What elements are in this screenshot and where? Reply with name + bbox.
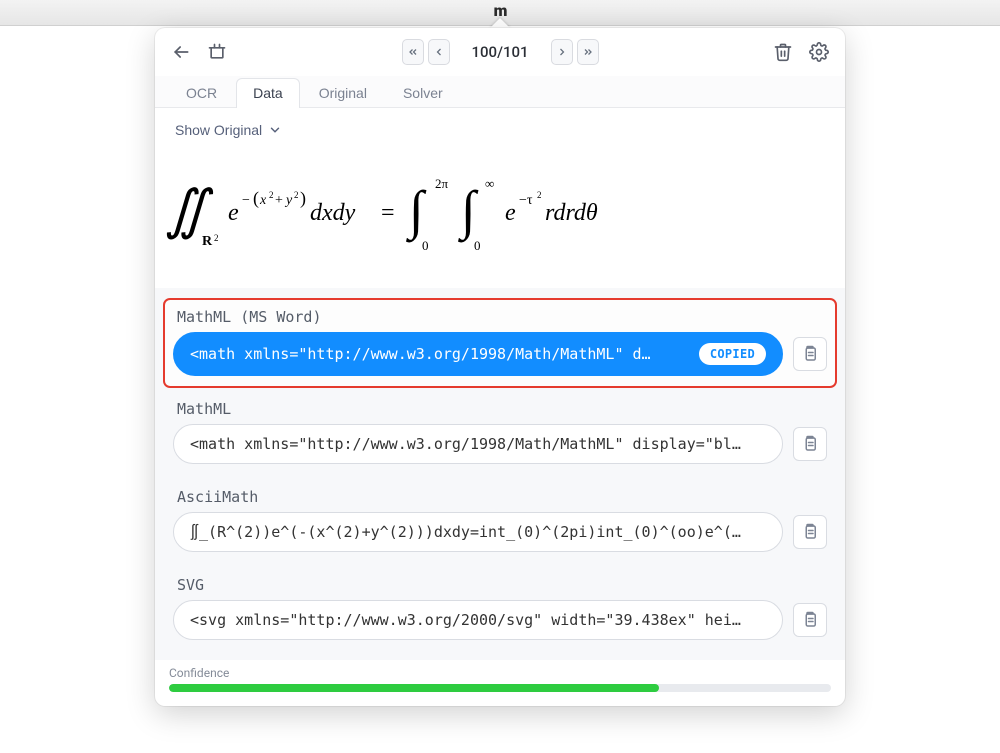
formula-render: ∬ R 2 e − ( x 2 + y 2 ) dxdy = ∫ 2π xyxy=(155,146,845,288)
svg-text:dxdy: dxdy xyxy=(310,200,356,226)
svg-text:rdrdθ: rdrdθ xyxy=(545,200,598,226)
copy-button[interactable] xyxy=(793,337,827,371)
chevron-left-icon xyxy=(433,46,445,58)
svg-text:∫: ∫ xyxy=(406,180,427,243)
tab-ocr[interactable]: OCR xyxy=(169,78,234,108)
capture-button[interactable] xyxy=(203,38,231,66)
tab-original[interactable]: Original xyxy=(302,78,384,108)
snippet-text: ∬_(R^(2))e^(-(x^(2)+y^(2)))dxdy=int_(0)^… xyxy=(190,523,766,541)
app-popover: 100/101 OCR Data Original Solver Show Or… xyxy=(155,28,845,706)
result-label: SVG xyxy=(173,574,827,600)
crop-icon xyxy=(207,42,227,62)
show-original-label: Show Original xyxy=(175,122,262,138)
confidence-fill xyxy=(169,684,659,692)
arrow-left-icon xyxy=(171,42,191,62)
svg-text:+: + xyxy=(275,193,283,208)
confidence-label: Confidence xyxy=(169,666,831,680)
page-next-button[interactable] xyxy=(551,39,573,65)
chevron-down-icon xyxy=(268,123,282,137)
page-prev-button[interactable] xyxy=(428,39,450,65)
results-list: MathML (MS Word) <math xmlns="http://www… xyxy=(155,288,845,660)
toolbar: 100/101 xyxy=(155,28,845,76)
clipboard-icon xyxy=(801,523,819,541)
chevrons-left-icon xyxy=(407,46,419,58)
svg-text:∬: ∬ xyxy=(165,180,214,240)
show-original-toggle[interactable]: Show Original xyxy=(173,118,284,142)
snippet-text: <svg xmlns="http://www.w3.org/2000/svg" … xyxy=(190,611,766,629)
result-label: MathML xyxy=(173,398,827,424)
confidence-section: Confidence xyxy=(155,660,845,706)
chevron-right-icon xyxy=(556,46,568,58)
svg-text:2: 2 xyxy=(214,233,219,243)
page-nav: 100/101 xyxy=(402,39,599,65)
svg-text:e: e xyxy=(228,200,239,226)
result-svg: SVG <svg xmlns="http://www.w3.org/2000/s… xyxy=(163,566,837,652)
svg-text:−τ: −τ xyxy=(519,193,533,208)
sub-toolbar: Show Original xyxy=(155,108,845,146)
page-last-button[interactable] xyxy=(577,39,599,65)
result-label: MathML (MS Word) xyxy=(173,306,827,332)
snippet-text: <math xmlns="http://www.w3.org/1998/Math… xyxy=(190,345,689,363)
svg-text:e: e xyxy=(505,200,516,226)
formula-svg: ∬ R 2 e − ( x 2 + y 2 ) dxdy = ∫ 2π xyxy=(165,170,635,260)
svg-text:−: − xyxy=(242,193,250,208)
svg-text:x: x xyxy=(259,193,267,208)
copy-button[interactable] xyxy=(793,427,827,461)
result-snippet[interactable]: <math xmlns="http://www.w3.org/1998/Math… xyxy=(173,424,783,464)
back-button[interactable] xyxy=(167,38,195,66)
result-mathml-word: MathML (MS Word) <math xmlns="http://www… xyxy=(163,298,837,388)
svg-text:(: ( xyxy=(253,188,259,209)
svg-text:0: 0 xyxy=(474,238,481,253)
trash-icon xyxy=(773,42,793,62)
svg-text:): ) xyxy=(300,188,306,209)
clipboard-icon xyxy=(801,611,819,629)
svg-text:2: 2 xyxy=(269,190,274,200)
snippet-text: <math xmlns="http://www.w3.org/1998/Math… xyxy=(190,435,766,453)
tab-bar: OCR Data Original Solver xyxy=(155,76,845,108)
clipboard-icon xyxy=(801,345,819,363)
page-counter: 100/101 xyxy=(454,43,547,61)
svg-text:2π: 2π xyxy=(435,176,449,191)
result-label: AsciiMath xyxy=(173,486,827,512)
clipboard-icon xyxy=(801,435,819,453)
svg-text:2: 2 xyxy=(537,190,542,200)
result-asciimath: AsciiMath ∬_(R^(2))e^(-(x^(2)+y^(2)))dxd… xyxy=(163,478,837,564)
settings-button[interactable] xyxy=(805,38,833,66)
copy-button[interactable] xyxy=(793,603,827,637)
tab-solver[interactable]: Solver xyxy=(386,78,460,108)
svg-text:R: R xyxy=(202,234,213,249)
result-snippet[interactable]: <svg xmlns="http://www.w3.org/2000/svg" … xyxy=(173,600,783,640)
confidence-bar xyxy=(169,684,831,692)
popover-pointer xyxy=(490,18,510,28)
svg-text:=: = xyxy=(381,200,395,226)
result-snippet[interactable]: ∬_(R^(2))e^(-(x^(2)+y^(2)))dxdy=int_(0)^… xyxy=(173,512,783,552)
gear-icon xyxy=(809,42,829,62)
page-first-button[interactable] xyxy=(402,39,424,65)
tab-data[interactable]: Data xyxy=(236,78,300,108)
svg-text:0: 0 xyxy=(422,238,429,253)
copy-button[interactable] xyxy=(793,515,827,549)
svg-text:y: y xyxy=(284,193,293,208)
result-snippet[interactable]: <math xmlns="http://www.w3.org/1998/Math… xyxy=(173,332,783,376)
delete-button[interactable] xyxy=(769,38,797,66)
result-mathml: MathML <math xmlns="http://www.w3.org/19… xyxy=(163,390,837,476)
copied-badge: COPIED xyxy=(699,343,766,365)
svg-text:∞: ∞ xyxy=(485,176,494,191)
svg-text:2: 2 xyxy=(294,190,299,200)
svg-text:∫: ∫ xyxy=(458,180,479,243)
chevrons-right-icon xyxy=(582,46,594,58)
menubar: m xyxy=(0,0,1000,26)
